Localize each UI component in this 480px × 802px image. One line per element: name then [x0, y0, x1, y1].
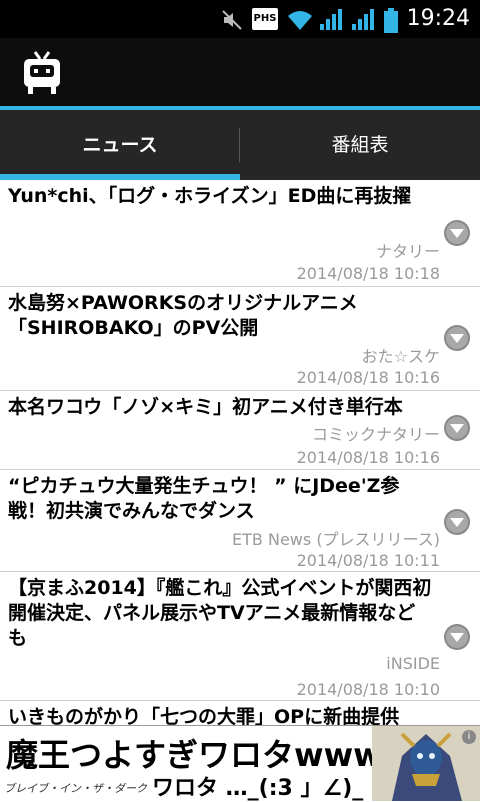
list-item[interactable]: Yun*chi、「ログ・ホライズン」ED曲に再抜擢 ナタリー 2014/08/1…: [0, 180, 480, 287]
news-source: ETB News (プレスリリース): [232, 530, 440, 549]
news-source: iNSIDE: [386, 654, 440, 673]
ad-info-icon[interactable]: i: [462, 730, 476, 744]
chevron-down-icon[interactable]: [442, 323, 472, 353]
clock: 19:24: [406, 6, 470, 31]
battery-icon: [384, 8, 398, 33]
wifi-icon: [288, 11, 312, 30]
list-item[interactable]: いきものがかり「七つの大罪」OPに新曲提供: [0, 701, 480, 725]
phs-badge: PHS: [252, 8, 278, 30]
chevron-down-icon[interactable]: [442, 218, 472, 248]
news-date: 2014/08/18 10:10: [296, 680, 440, 699]
status-bar: PHS 19:24: [0, 0, 480, 38]
tab-program-guide[interactable]: 番組表: [240, 110, 480, 180]
ad-game-title: ブレイブ・イン・ザ・ダーク: [4, 782, 147, 795]
list-item[interactable]: 本名ワコウ「ノゾ×キミ」初アニメ付き単行本 コミックナタリー 2014/08/1…: [0, 391, 480, 470]
tab-bar: ニュース 番組表: [0, 110, 480, 180]
ad-banner[interactable]: 魔王つよすぎワロタwww ブレイブ・イン・ザ・ダーク ワロタ …_(:3 」∠)…: [0, 725, 480, 801]
news-date: 2014/08/18 10:16: [296, 448, 440, 467]
news-title: いきものがかり「七つの大罪」OPに新曲提供: [8, 706, 400, 725]
news-title: 本名ワコウ「ノゾ×キミ」初アニメ付き単行本: [8, 396, 403, 418]
news-title: 【京まふ2014】『艦これ』公式イベントが関西初開催決定、パネル展示やTVアニメ…: [8, 577, 432, 649]
list-item[interactable]: 【京まふ2014】『艦これ』公式イベントが関西初開催決定、パネル展示やTVアニメ…: [0, 572, 480, 701]
news-list: Yun*chi、「ログ・ホライズン」ED曲に再抜擢 ナタリー 2014/08/1…: [0, 180, 480, 725]
tab-news[interactable]: ニュース: [0, 110, 240, 180]
news-title: Yun*chi、「ログ・ホライズン」ED曲に再抜擢: [8, 185, 412, 207]
list-item[interactable]: 水島努×PAWORKSのオリジナルアニメ「SHIROBAKO」のPV公開 おた☆…: [0, 287, 480, 391]
news-date: 2014/08/18 10:18: [296, 264, 440, 283]
ad-tagline: ワロタ …_(:3 」∠)_: [152, 776, 364, 801]
news-title: “ピカチュウ大量発生チュウ！ ” にJDee'Z参戦！初共演でみんなでダンス: [8, 475, 400, 522]
chevron-down-icon[interactable]: [442, 507, 472, 537]
chevron-down-icon[interactable]: [442, 413, 472, 443]
list-item[interactable]: “ピカチュウ大量発生チュウ！ ” にJDee'Z参戦！初共演でみんなでダンス E…: [0, 470, 480, 572]
signal-icon: [320, 9, 342, 30]
news-title: 水島努×PAWORKSのオリジナルアニメ「SHIROBAKO」のPV公開: [8, 292, 358, 339]
news-date: 2014/08/18 10:11: [296, 551, 440, 570]
news-source: おた☆スケ: [361, 347, 440, 366]
signal-icon: [352, 9, 374, 30]
mute-icon: [222, 10, 242, 30]
news-source: ナタリー: [375, 242, 440, 261]
news-date: 2014/08/18 10:16: [296, 368, 440, 387]
news-source: コミックナタリー: [311, 425, 440, 444]
action-bar: [0, 38, 480, 106]
tv-icon[interactable]: [22, 50, 62, 96]
chevron-down-icon[interactable]: [442, 622, 472, 652]
